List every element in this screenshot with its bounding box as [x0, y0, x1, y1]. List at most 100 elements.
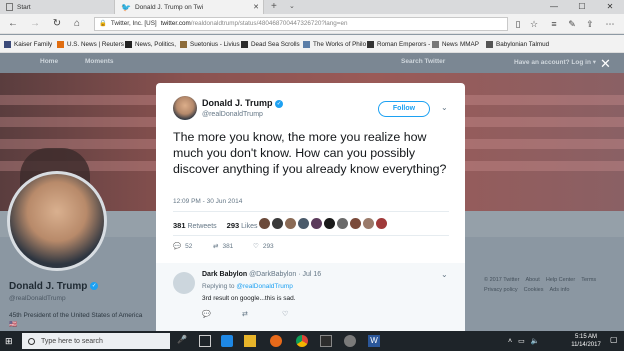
- favorite-star-icon[interactable]: ☆: [528, 17, 540, 31]
- tweet-author-name[interactable]: Donald J. Trump ✓: [202, 98, 284, 108]
- footer-link[interactable]: Ads info: [550, 287, 570, 293]
- tab-twitter[interactable]: 🐦 Donald J. Trump on Twi ✕: [114, 0, 264, 14]
- reply-icon: 💬: [173, 243, 182, 250]
- store-icon[interactable]: [320, 335, 332, 347]
- windows-taskbar: ⊞ Type here to search 🎤 W ˄ ▭ 🔈 5:15 AM …: [0, 331, 624, 351]
- reply-actions: 💬 ⇄ ♡: [202, 310, 402, 322]
- favorite-item[interactable]: Babylonian Talmud: [486, 35, 549, 53]
- network-icon[interactable]: ▭: [518, 337, 525, 345]
- home-button[interactable]: ⌂: [70, 17, 84, 31]
- tab-start[interactable]: Start: [2, 0, 114, 14]
- nav-home-link[interactable]: Home: [40, 58, 58, 65]
- liker-avatar[interactable]: [324, 218, 335, 229]
- forward-button[interactable]: →: [28, 17, 42, 31]
- minimize-button[interactable]: —: [540, 0, 568, 14]
- cortana-mic-icon[interactable]: 🎤: [177, 335, 189, 347]
- notifications-icon[interactable]: ▢: [610, 335, 622, 347]
- footer-link[interactable]: Cookies: [524, 287, 544, 293]
- liker-avatar[interactable]: [337, 218, 348, 229]
- favorite-item[interactable]: News: [432, 35, 458, 53]
- app-icon[interactable]: [344, 335, 356, 347]
- taskbar-search-input[interactable]: Type here to search: [22, 333, 170, 349]
- liker-avatar[interactable]: [272, 218, 283, 229]
- divider: [173, 235, 449, 236]
- file-explorer-icon[interactable]: [244, 335, 256, 347]
- favicon-icon: [180, 40, 187, 48]
- follow-button[interactable]: Follow: [378, 101, 430, 117]
- address-input[interactable]: 🔒 Twitter, Inc. [US] twitter.com/realdon…: [94, 17, 508, 31]
- close-modal-icon[interactable]: ✕: [600, 57, 611, 71]
- replying-to-link[interactable]: @realDonaldTrump: [236, 283, 293, 290]
- favorite-item[interactable]: Dead Sea Scrolls: [241, 35, 300, 53]
- reply-author-avatar[interactable]: [173, 272, 195, 294]
- liker-avatar[interactable]: [298, 218, 309, 229]
- tweet-options-chevron-icon[interactable]: ⌄: [441, 103, 448, 112]
- liker-avatar[interactable]: [259, 218, 270, 229]
- reply-icon[interactable]: 💬: [202, 310, 211, 318]
- footer-link[interactable]: About: [525, 277, 539, 283]
- reply-options-chevron-icon[interactable]: ⌄: [441, 270, 448, 279]
- reply-tweet[interactable]: Dark Babylon @DarkBabylon · Jul 16 ⌄ Rep…: [156, 263, 465, 331]
- firefox-icon[interactable]: [270, 335, 282, 347]
- task-view-icon[interactable]: [199, 335, 211, 347]
- back-button[interactable]: ←: [6, 17, 20, 31]
- reply-text: 3rd result on google...this is sad.: [202, 295, 296, 302]
- liker-avatar[interactable]: [285, 218, 296, 229]
- favicon-icon: [303, 40, 310, 48]
- share-icon[interactable]: ⇪: [584, 17, 596, 31]
- retweet-stat[interactable]: 381 Retweets: [173, 221, 217, 230]
- cortana-circle-icon: [28, 337, 35, 345]
- footer-link[interactable]: Help Center: [546, 277, 575, 283]
- liker-avatar[interactable]: [376, 218, 387, 229]
- more-menu-icon[interactable]: ⋯: [604, 17, 616, 31]
- heart-icon[interactable]: ♡: [282, 310, 288, 318]
- close-tab-icon[interactable]: ✕: [253, 3, 259, 11]
- favorite-item[interactable]: U.S. News | Reuters: [57, 35, 124, 53]
- show-hidden-icons-icon[interactable]: ˄: [508, 338, 512, 345]
- search-twitter-input[interactable]: Search Twitter: [401, 58, 445, 65]
- liker-avatar[interactable]: [311, 218, 322, 229]
- tab-list-chevron-icon[interactable]: ⌄: [289, 0, 295, 14]
- url-path: /realdonaldtrump/status/4804687004473267…: [190, 20, 348, 27]
- url-domain: twitter.com: [160, 20, 191, 27]
- edge-browser-icon[interactable]: [221, 335, 233, 347]
- windows-start-icon[interactable]: ⊞: [5, 336, 15, 346]
- footer-link[interactable]: Privacy policy: [484, 287, 518, 293]
- reading-view-icon[interactable]: ▯: [512, 17, 524, 31]
- favorite-item[interactable]: Suetonius - Livius: [180, 35, 240, 53]
- retweet-button[interactable]: ⇄ 381: [213, 242, 233, 251]
- tweet-timestamp[interactable]: 12:09 PM - 30 Jun 2014: [173, 198, 242, 205]
- tweet-modal: Donald J. Trump ✓ @realDonaldTrump Follo…: [156, 83, 465, 331]
- certificate-label: Twitter, Inc. [US]: [110, 20, 157, 27]
- favorite-item[interactable]: Roman Emperors -: [367, 35, 430, 53]
- nav-moments-link[interactable]: Moments: [85, 58, 114, 65]
- favorite-item[interactable]: Kaiser Family: [4, 35, 52, 53]
- footer-link[interactable]: © 2017 Twitter: [484, 277, 519, 283]
- maximize-button[interactable]: ☐: [568, 0, 596, 14]
- notes-pen-icon[interactable]: ✎: [566, 17, 578, 31]
- login-link[interactable]: Have an account? Log in ▾: [514, 58, 596, 66]
- reply-author[interactable]: Dark Babylon @DarkBabylon · Jul 16: [202, 271, 321, 278]
- liker-avatar[interactable]: [350, 218, 361, 229]
- taskbar-clock[interactable]: 5:15 AM 11/14/2017: [564, 333, 608, 349]
- footer-links: © 2017 Twitter About Help Center Terms Priv…: [484, 275, 624, 295]
- reply-button[interactable]: 💬 52: [173, 242, 192, 251]
- favorite-item[interactable]: The Works of Philo: [303, 35, 366, 53]
- chrome-icon[interactable]: [296, 335, 308, 347]
- close-window-button[interactable]: ✕: [596, 0, 624, 14]
- refresh-button[interactable]: ↻: [50, 17, 64, 31]
- retweet-icon: ⇄: [213, 243, 219, 250]
- favorite-item[interactable]: News, Politics,: [125, 35, 176, 53]
- word-icon[interactable]: W: [368, 335, 380, 347]
- footer-link[interactable]: Terms: [581, 277, 596, 283]
- like-stat[interactable]: 293 Likes: [227, 221, 258, 230]
- like-button[interactable]: ♡ 293: [253, 242, 274, 251]
- retweet-icon[interactable]: ⇄: [242, 310, 248, 318]
- favorite-item[interactable]: MMAP: [460, 35, 479, 53]
- liker-avatar[interactable]: [363, 218, 374, 229]
- page-icon: [6, 3, 13, 11]
- volume-icon[interactable]: 🔈: [531, 337, 540, 345]
- favorites-hub-icon[interactable]: ≡: [548, 17, 560, 31]
- tweet-author-avatar[interactable]: [173, 96, 197, 120]
- new-tab-button[interactable]: +: [271, 0, 277, 14]
